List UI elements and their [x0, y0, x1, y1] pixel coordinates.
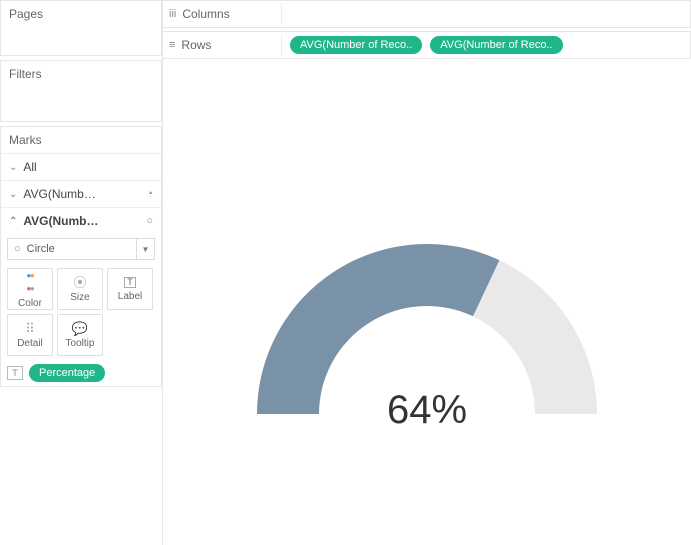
size-card[interactable]: ⦿ Size — [57, 268, 103, 310]
size-icon: ⦿ — [73, 276, 86, 289]
rows-pill-2[interactable]: AVG(Number of Reco.. — [430, 36, 562, 54]
label-card[interactable]: T Label — [107, 268, 153, 310]
gauge-chart: 64% — [237, 219, 617, 439]
rows-shelf[interactable]: ≡ Rows AVG(Number of Reco.. AVG(Number of… — [163, 31, 691, 59]
label-label: Label — [118, 291, 142, 302]
marks-avg1-row[interactable]: ⌄ AVG(Numb… ◔ — [1, 180, 161, 207]
chevron-down-icon: ▼ — [136, 239, 154, 259]
tooltip-label: Tooltip — [66, 338, 95, 349]
marks-all-label: All — [23, 160, 36, 174]
color-label: Color — [18, 298, 42, 309]
detail-icon: ⠿ — [25, 322, 35, 335]
rows-icon: ≡ — [169, 39, 175, 51]
detail-label: Detail — [17, 338, 43, 349]
size-label: Size — [70, 292, 89, 303]
marks-avg2-label: AVG(Numb… — [23, 214, 98, 228]
chevron-up-icon: ⌃ — [9, 216, 17, 227]
pages-label: Pages — [1, 1, 161, 27]
columns-shelf[interactable]: iii Columns — [163, 0, 691, 28]
color-icon: •••• — [26, 269, 33, 295]
marks-avg2-row[interactable]: ⌃ AVG(Numb… ○ — [1, 207, 161, 234]
tooltip-card[interactable]: 💬 Tooltip — [57, 314, 103, 356]
chevron-down-icon: ⌄ — [9, 162, 17, 173]
percentage-pill[interactable]: Percentage — [29, 364, 105, 382]
pages-shelf[interactable]: Pages — [0, 0, 162, 56]
text-icon: T — [7, 366, 23, 380]
circle-icon: ○ — [14, 243, 21, 255]
mark-type-dropdown[interactable]: ○ Circle ▼ — [7, 238, 155, 260]
pie-icon: ◔ — [146, 188, 153, 200]
columns-icon: iii — [169, 8, 176, 20]
detail-card[interactable]: ⠿ Detail — [7, 314, 53, 356]
marks-avg1-label: AVG(Numb… — [23, 187, 95, 201]
chevron-down-icon: ⌄ — [9, 189, 17, 200]
tooltip-icon: 💬 — [72, 322, 88, 335]
columns-label: Columns — [182, 7, 229, 21]
circle-icon: ○ — [146, 215, 153, 227]
mark-type-label: Circle — [27, 243, 55, 255]
gauge-value-label: 64% — [387, 388, 467, 433]
marks-card: Marks ⌄ All ⌄ AVG(Numb… ◔ ⌃ AVG(Numb… ○ ○ C… — [0, 126, 162, 387]
label-icon: T — [124, 277, 136, 288]
filters-label: Filters — [1, 61, 161, 87]
color-card[interactable]: •••• Color — [7, 268, 53, 310]
rows-label: Rows — [181, 38, 211, 52]
marks-all-row[interactable]: ⌄ All — [1, 153, 161, 180]
filters-shelf[interactable]: Filters — [0, 60, 162, 122]
rows-pill-1[interactable]: AVG(Number of Reco.. — [290, 36, 422, 54]
viz-canvas: 64% — [163, 62, 691, 545]
marks-label: Marks — [1, 127, 161, 153]
label-pill-row: T Percentage — [1, 360, 161, 386]
